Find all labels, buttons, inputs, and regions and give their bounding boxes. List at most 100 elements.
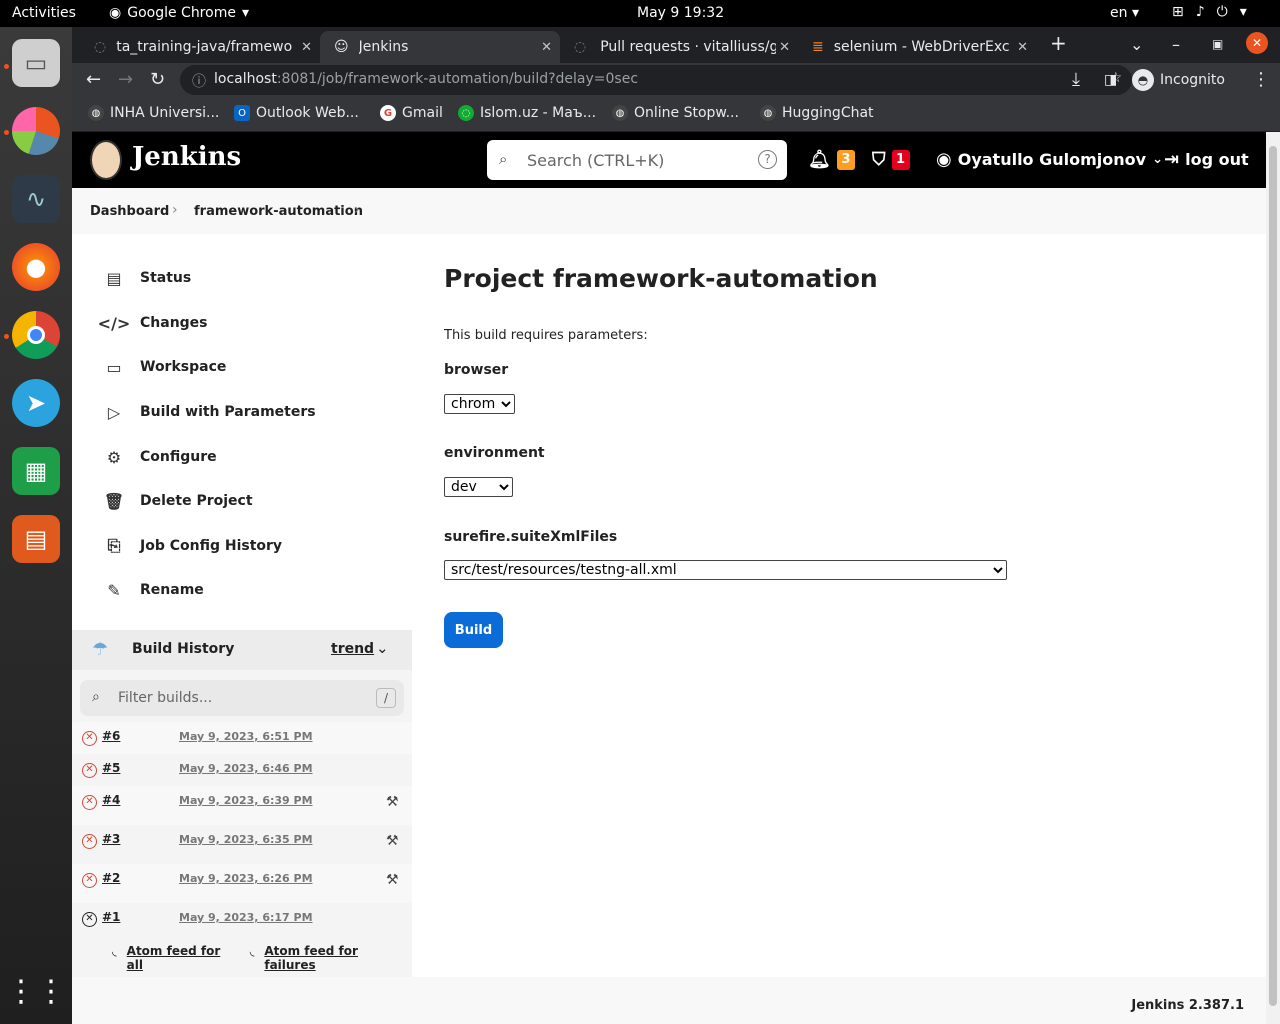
sidebar-item-build-with-parameters[interactable]: ▷ Build with Parameters <box>102 398 316 426</box>
bookmark-outlook[interactable]: O Outlook Web... <box>234 105 359 121</box>
telegram-icon[interactable]: ➤ <box>12 379 60 427</box>
search-box[interactable]: ⌕ ? <box>487 140 787 180</box>
system-tray[interactable]: ⊞ ♪ ⏻ ▾ <box>1172 4 1247 20</box>
build-row: ✕ #6 May 9, 2023, 6:51 PM <box>72 722 412 754</box>
info-icon[interactable]: ⓘ <box>192 71 206 91</box>
page-scrollbar[interactable] <box>1266 132 1280 1024</box>
chevron-down-icon[interactable]: ⌄ <box>376 639 389 657</box>
feed-all-link[interactable]: Atom feed for all <box>127 944 240 972</box>
build-filter[interactable]: ⌕ / <box>80 680 404 716</box>
system-monitor-icon[interactable]: ∿ <box>12 175 60 223</box>
tab-stackoverflow[interactable]: ≣ selenium - WebDriverExce ✕ <box>798 31 1036 63</box>
build-button[interactable]: Build <box>444 612 503 648</box>
address-bar[interactable]: ⓘ localhost:8081/job/framework-automatio… <box>180 65 1132 95</box>
google-icon: G <box>380 105 396 121</box>
chevron-right-icon[interactable]: › <box>172 202 178 218</box>
build-date-link[interactable]: May 9, 2023, 6:35 PM <box>179 833 313 846</box>
forward-icon[interactable]: → <box>118 69 133 90</box>
bookmark-gmail[interactable]: G Gmail <box>380 105 443 121</box>
suite-files-select[interactable]: src/test/resources/testng-all.xml <box>444 560 1007 580</box>
tools-icon[interactable]: ⚒ <box>386 833 399 849</box>
search-input[interactable] <box>527 148 747 172</box>
side-panel-icon[interactable]: ◨ <box>1104 72 1117 88</box>
close-icon[interactable]: ✕ <box>541 40 552 55</box>
tools-icon[interactable]: ⚒ <box>386 872 399 888</box>
feed-failures-link[interactable]: Atom feed for failures <box>264 944 412 972</box>
jenkins-header: Jenkins ⌕ ? 🔔︎ 3 ⛉ 1 ◉ Oyatullo Gulomjon… <box>72 132 1266 188</box>
build-date-link[interactable]: May 9, 2023, 6:39 PM <box>179 794 313 807</box>
tab-jenkins[interactable]: ☺ Jenkins ✕ <box>320 31 560 63</box>
trend-link[interactable]: trend <box>331 641 374 657</box>
scrollbar-thumb[interactable] <box>1269 146 1277 1006</box>
sidebar-item-status[interactable]: ▤ Status <box>102 264 191 292</box>
sidebar-item-configure[interactable]: ⚙ Configure <box>102 443 217 471</box>
close-icon[interactable]: ✕ <box>779 40 790 55</box>
sidebar-item-job-config-history[interactable]: ⎘ Job Config History <box>102 532 282 560</box>
window-close-icon[interactable]: ✕ <box>1246 32 1268 54</box>
tools-icon[interactable]: ⚒ <box>386 794 399 810</box>
build-number-link[interactable]: #3 <box>102 832 120 846</box>
build-date-link[interactable]: May 9, 2023, 6:51 PM <box>179 730 313 743</box>
close-icon[interactable]: ✕ <box>301 40 312 55</box>
presentation-icon[interactable]: ▤ <box>12 515 60 563</box>
sidebar-item-delete-project[interactable]: 🗑︎ Delete Project <box>102 487 253 515</box>
build-number-link[interactable]: #4 <box>102 793 120 807</box>
back-icon[interactable]: ← <box>86 69 101 90</box>
reload-icon[interactable]: ↻ <box>150 69 165 90</box>
app-menu[interactable]: ◉ Google Chrome ▾ <box>109 5 249 21</box>
build-date-link[interactable]: May 9, 2023, 6:26 PM <box>179 872 313 885</box>
url-text[interactable]: localhost:8081/job/framework-automation/… <box>214 71 638 87</box>
tab-pull-requests[interactable]: ◌ Pull requests · vitalliuss/g ✕ <box>560 31 798 63</box>
bookmark-inha[interactable]: ◍ INHA Universi... <box>88 105 219 121</box>
language-indicator[interactable]: en ▾ <box>1110 5 1139 21</box>
build-number-link[interactable]: #5 <box>102 761 120 775</box>
atom-feeds: ◟ Atom feed for all ◟ Atom feed for fail… <box>112 944 412 972</box>
firefox-icon[interactable]: ● <box>12 243 60 291</box>
chevron-right-icon[interactable]: › <box>354 202 360 218</box>
close-icon[interactable]: ✕ <box>1017 40 1028 55</box>
breadcrumb-dashboard[interactable]: Dashboard <box>90 204 169 219</box>
chevron-down-icon[interactable]: ⌄ <box>1130 35 1143 54</box>
build-number-link[interactable]: #6 <box>102 729 120 743</box>
failed-status-icon: ✕ <box>82 763 97 778</box>
environment-select[interactable]: dev <box>444 477 513 497</box>
build-date-link[interactable]: May 9, 2023, 6:46 PM <box>179 762 313 775</box>
spreadsheet-icon[interactable]: ▦ <box>12 447 60 495</box>
minimize-icon[interactable]: – <box>1172 35 1180 54</box>
sidebar-item-workspace[interactable]: ▭ Workspace <box>102 353 226 381</box>
show-apps-icon[interactable]: ⋮⋮ <box>6 967 66 1015</box>
new-tab-icon[interactable]: + <box>1050 31 1067 55</box>
disk-usage-icon[interactable] <box>12 107 60 155</box>
param-label-environment: environment <box>444 445 545 461</box>
jenkins-logo-icon[interactable] <box>90 140 122 180</box>
bookmark-huggingchat[interactable]: ◍ HuggingChat <box>760 105 874 121</box>
jenkins-version-link[interactable]: Jenkins 2.387.1 <box>1131 998 1244 1013</box>
incognito-indicator[interactable]: ◓ Incognito <box>1132 67 1225 93</box>
maximize-icon[interactable]: ▣ <box>1212 37 1223 51</box>
bookmark-stopwatch[interactable]: ◍ Online Stopw... <box>612 105 739 121</box>
more-menu-icon[interactable]: ⋮ <box>1252 69 1270 90</box>
activities-button[interactable]: Activities <box>12 5 76 21</box>
download-icon[interactable]: ⤓ <box>1072 69 1080 90</box>
build-number-link[interactable]: #2 <box>102 871 120 885</box>
help-icon[interactable]: ? <box>758 150 777 169</box>
jenkins-title[interactable]: Jenkins <box>132 142 241 172</box>
browser-select[interactable]: chrome <box>444 394 515 414</box>
sidebar-item-changes[interactable]: </> Changes <box>98 309 208 337</box>
filter-builds-input[interactable] <box>118 688 358 708</box>
notifications-button[interactable]: 🔔︎ 3 <box>808 149 855 170</box>
clock[interactable]: May 9 19:32 <box>637 5 724 21</box>
chrome-icon: ◉ <box>109 5 122 21</box>
power-icon: ⏻ <box>1216 4 1228 20</box>
files-icon[interactable]: ▭ <box>12 39 60 87</box>
build-number-link[interactable]: #1 <box>102 910 120 924</box>
security-button[interactable]: ⛉ 1 <box>872 149 910 170</box>
chrome-dock-icon[interactable] <box>12 311 60 359</box>
logout-button[interactable]: ⇥ log out <box>1164 149 1249 170</box>
tab-github-repo[interactable]: ◌ ta_training-java/framewo ✕ <box>80 31 320 63</box>
sidebar-item-rename[interactable]: ✎ Rename <box>102 576 203 604</box>
user-menu[interactable]: ◉ Oyatullo Gulomjonov ⌄ <box>936 149 1163 170</box>
bookmark-islom[interactable]: ◌ Islom.uz - Маъ... <box>458 105 596 121</box>
build-date-link[interactable]: May 9, 2023, 6:17 PM <box>179 911 313 924</box>
breadcrumb-job[interactable]: framework-automation <box>194 204 363 219</box>
